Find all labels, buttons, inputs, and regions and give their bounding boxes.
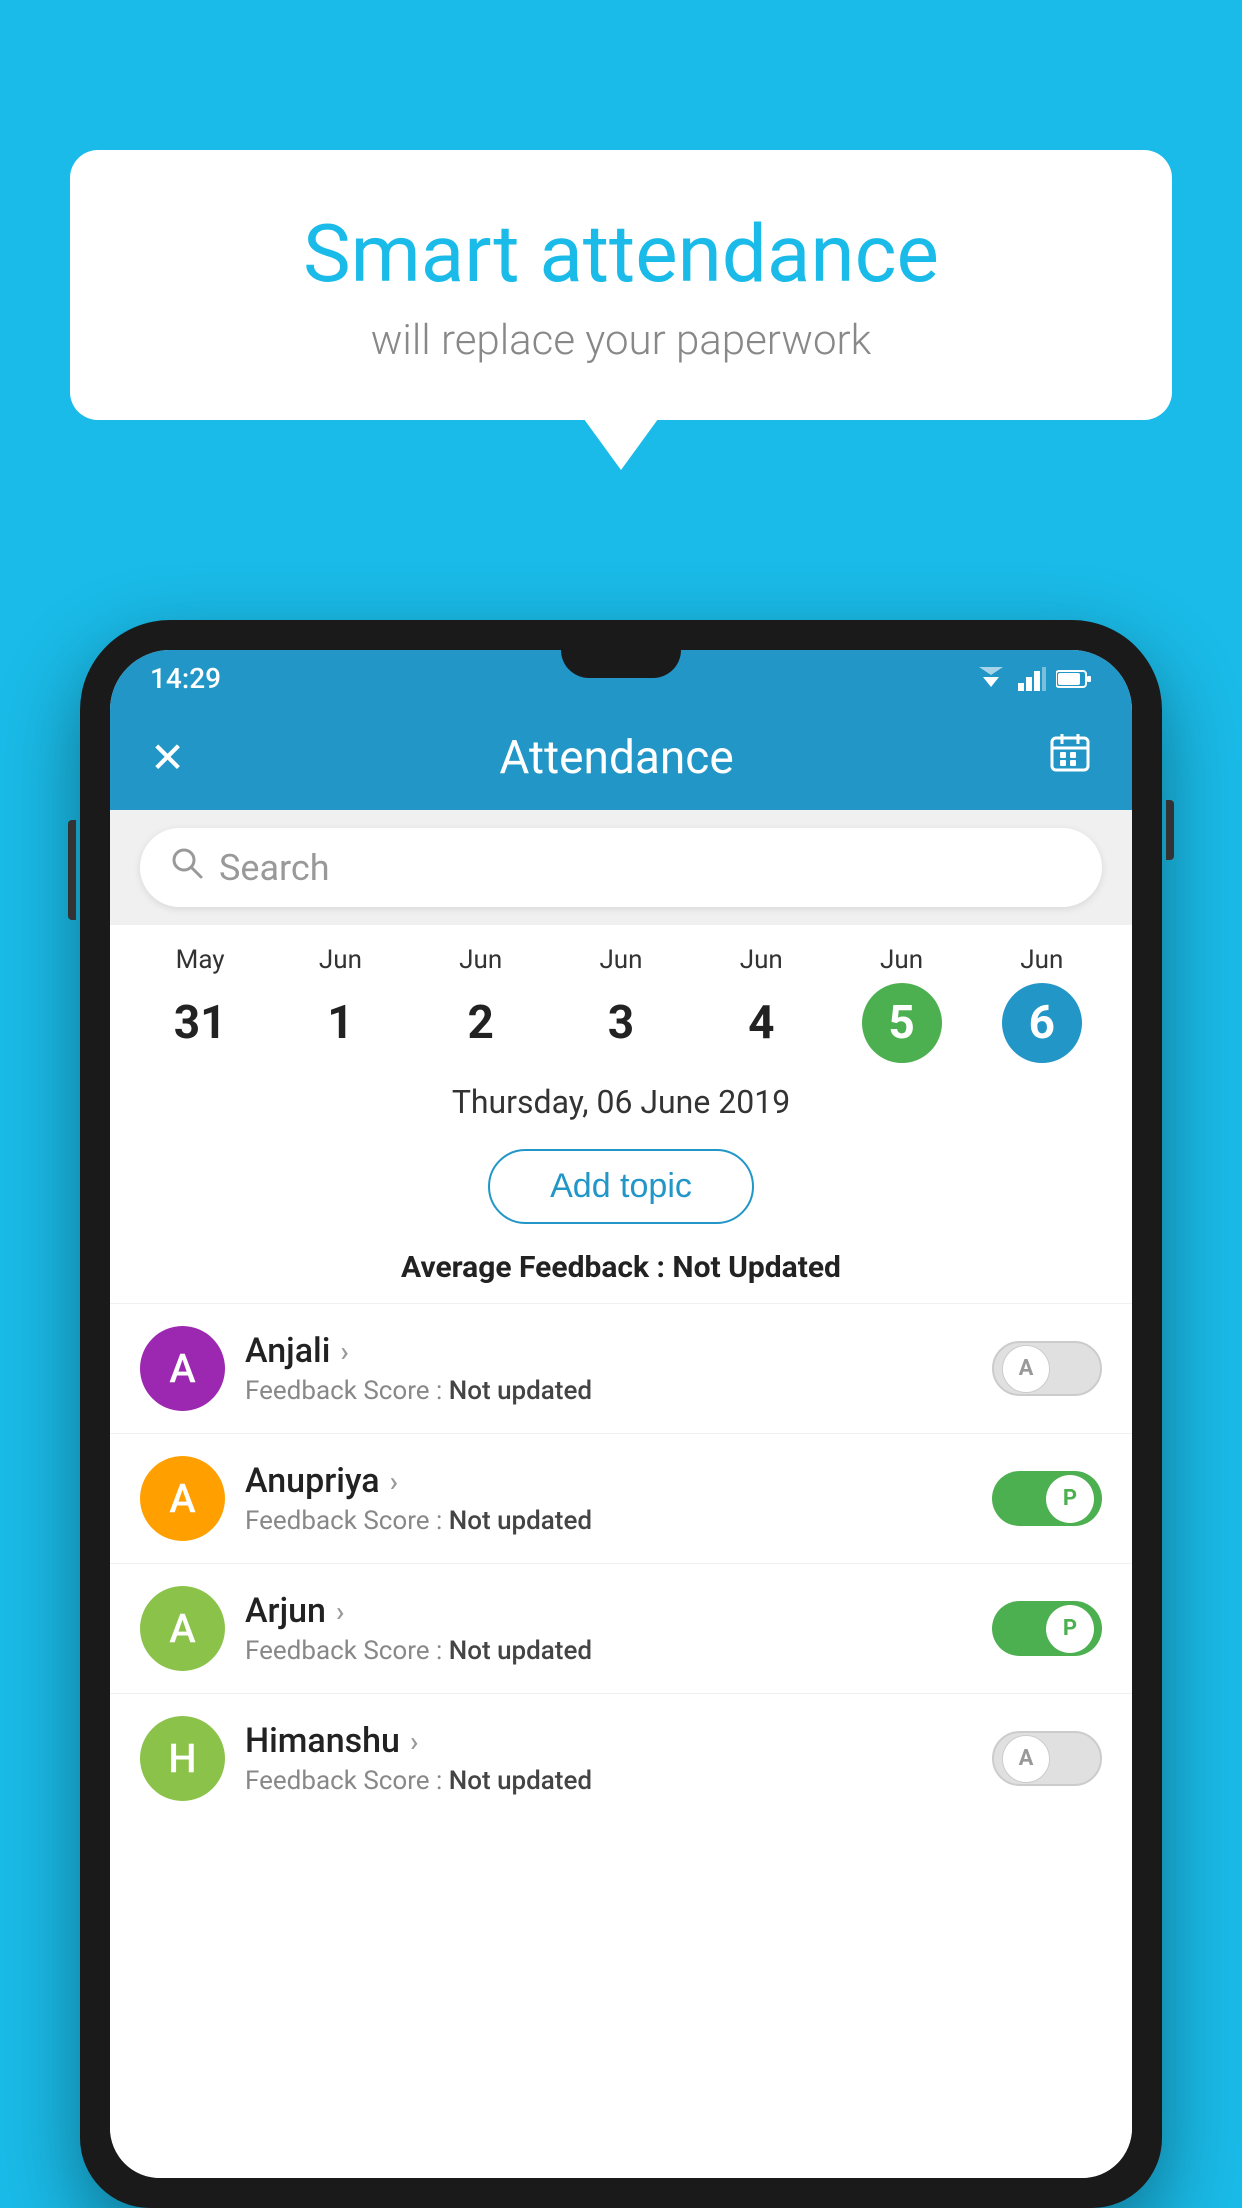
cal-date: 4 xyxy=(721,983,801,1063)
cal-date: 6 xyxy=(1002,983,1082,1063)
calendar-icon[interactable] xyxy=(1048,730,1092,785)
calendar-day[interactable]: Jun 5 xyxy=(862,945,942,1063)
search-bar[interactable]: Search xyxy=(140,828,1102,907)
attendance-toggle[interactable]: A xyxy=(992,1731,1102,1786)
cal-month: Jun xyxy=(740,945,783,975)
attendance-toggle[interactable]: A xyxy=(992,1341,1102,1396)
calendar-row: May 31 Jun 1 Jun 2 Jun 3 Jun 4 Jun 5 Jun 6 xyxy=(110,925,1132,1063)
calendar-day[interactable]: May 31 xyxy=(160,945,240,1063)
student-name: Arjun › xyxy=(245,1591,972,1631)
close-icon[interactable]: ✕ xyxy=(150,733,185,783)
add-topic-container: Add topic xyxy=(110,1141,1132,1240)
add-topic-button[interactable]: Add topic xyxy=(488,1149,754,1224)
selected-date-label: Thursday, 06 June 2019 xyxy=(110,1063,1132,1141)
app-bar: ✕ Attendance xyxy=(110,705,1132,810)
cal-month: Jun xyxy=(880,945,923,975)
toggle-container[interactable]: P xyxy=(992,1601,1102,1656)
chevron-icon: › xyxy=(410,1725,418,1758)
toggle-knob: A xyxy=(1002,1735,1050,1783)
student-info: Anjali › Feedback Score : Not updated xyxy=(245,1331,972,1406)
search-icon xyxy=(170,846,204,889)
student-avatar: H xyxy=(140,1716,225,1801)
wifi-icon xyxy=(974,667,1008,691)
cal-date: 2 xyxy=(441,983,521,1063)
student-name: Anjali › xyxy=(245,1331,972,1371)
chevron-icon: › xyxy=(340,1335,348,1368)
student-info: Arjun › Feedback Score : Not updated xyxy=(245,1591,972,1666)
student-info: Himanshu › Feedback Score : Not updated xyxy=(245,1721,972,1796)
bubble-subtitle: will replace your paperwork xyxy=(130,316,1112,365)
calendar-day[interactable]: Jun 6 xyxy=(1002,945,1082,1063)
side-button-left xyxy=(68,820,76,920)
student-info: Anupriya › Feedback Score : Not updated xyxy=(245,1461,972,1536)
speech-bubble-container: Smart attendance will replace your paper… xyxy=(70,150,1172,420)
search-container: Search xyxy=(110,810,1132,925)
chevron-icon: › xyxy=(336,1595,344,1628)
calendar-day[interactable]: Jun 2 xyxy=(441,945,521,1063)
student-list: AAnjali ›Feedback Score : Not updatedAAA… xyxy=(110,1303,1132,2178)
student-avatar: A xyxy=(140,1456,225,1541)
feedback-score: Feedback Score : Not updated xyxy=(245,1376,972,1406)
feedback-score: Feedback Score : Not updated xyxy=(245,1506,972,1536)
student-avatar: A xyxy=(140,1326,225,1411)
toggle-container[interactable]: A xyxy=(992,1731,1102,1786)
student-item[interactable]: A Anupriya › Feedback Score : Not updated P xyxy=(110,1433,1132,1563)
attendance-toggle[interactable]: P xyxy=(992,1471,1102,1526)
signal-icon xyxy=(1018,667,1046,691)
app-bar-title: Attendance xyxy=(499,731,733,785)
calendar-day[interactable]: Jun 1 xyxy=(300,945,380,1063)
calendar-day[interactable]: Jun 4 xyxy=(721,945,801,1063)
avg-feedback-value: Not Updated xyxy=(672,1250,841,1285)
battery-icon xyxy=(1056,669,1092,689)
student-item[interactable]: A Arjun › Feedback Score : Not updated P xyxy=(110,1563,1132,1693)
toggle-knob: P xyxy=(1046,1475,1094,1523)
chevron-icon: › xyxy=(390,1465,398,1498)
cal-month: May xyxy=(176,945,225,975)
cal-date: 1 xyxy=(300,983,380,1063)
calendar-day[interactable]: Jun 3 xyxy=(581,945,661,1063)
toggle-container[interactable]: P xyxy=(992,1471,1102,1526)
student-item[interactable]: A Anjali › Feedback Score : Not updated A xyxy=(110,1303,1132,1433)
phone-screen: 14:29 xyxy=(110,650,1132,2178)
status-time: 14:29 xyxy=(150,662,221,695)
student-name: Himanshu › xyxy=(245,1721,972,1761)
bubble-title: Smart attendance xyxy=(130,210,1112,298)
student-avatar: A xyxy=(140,1586,225,1671)
toggle-container[interactable]: A xyxy=(992,1341,1102,1396)
feedback-score: Feedback Score : Not updated xyxy=(245,1766,972,1796)
cal-date: 3 xyxy=(581,983,661,1063)
feedback-score: Feedback Score : Not updated xyxy=(245,1636,972,1666)
cal-month: Jun xyxy=(459,945,502,975)
toggle-knob: A xyxy=(1002,1345,1050,1393)
status-icons xyxy=(974,667,1092,691)
attendance-toggle[interactable]: P xyxy=(992,1601,1102,1656)
avg-feedback-label: Average Feedback : xyxy=(401,1250,665,1285)
speech-bubble: Smart attendance will replace your paper… xyxy=(70,150,1172,420)
student-name: Anupriya › xyxy=(245,1461,972,1501)
side-button-right xyxy=(1166,800,1174,860)
phone-frame: 14:29 xyxy=(80,620,1162,2208)
cal-month: Jun xyxy=(1020,945,1063,975)
toggle-knob: P xyxy=(1046,1605,1094,1653)
cal-month: Jun xyxy=(319,945,362,975)
content-area: Search May 31 Jun 1 Jun 2 Jun 3 Jun 4 Jun 5 Jun 6 Thu… xyxy=(110,810,1132,2178)
cal-month: Jun xyxy=(599,945,642,975)
cal-date: 5 xyxy=(862,983,942,1063)
phone-notch xyxy=(561,650,681,678)
student-item[interactable]: H Himanshu › Feedback Score : Not updated A xyxy=(110,1693,1132,1823)
cal-date: 31 xyxy=(160,983,240,1063)
average-feedback: Average Feedback : Not Updated xyxy=(110,1240,1132,1303)
search-placeholder: Search xyxy=(219,847,330,889)
